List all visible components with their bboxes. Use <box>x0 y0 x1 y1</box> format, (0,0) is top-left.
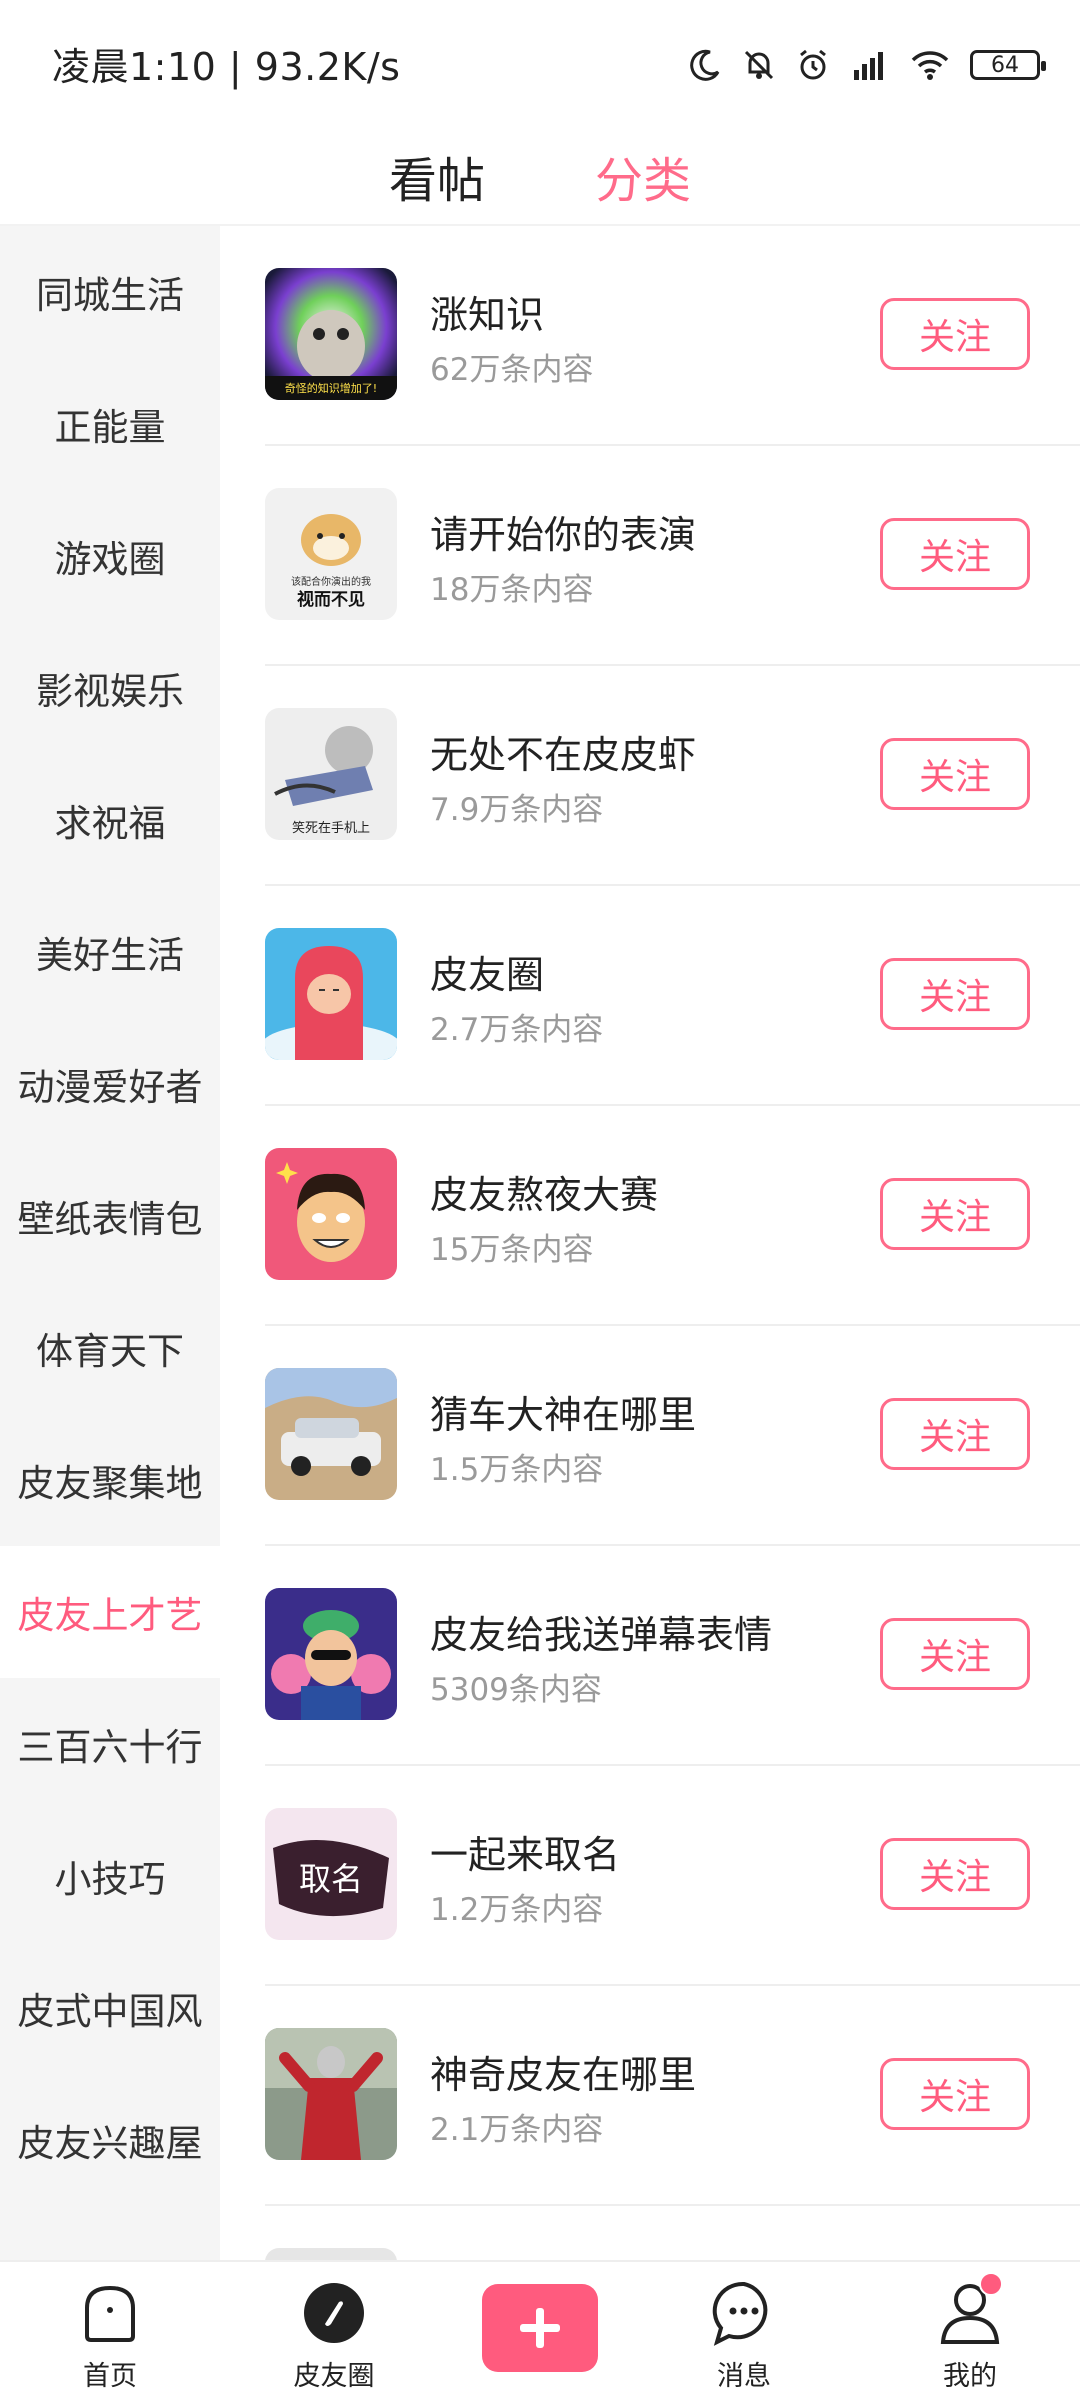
follow-button[interactable]: 关注 <box>880 1838 1030 1910</box>
tab-categories[interactable]: 分类 <box>595 141 691 211</box>
wifi-icon <box>910 48 950 82</box>
category-sidebar: 同城生活 正能量 游戏圈 影视娱乐 求祝福 美好生活 动漫爱好者 壁纸表情包 体… <box>0 226 220 2260</box>
status-icons: 64 <box>688 40 1046 90</box>
sidebar-item-local-life[interactable]: 同城生活 <box>0 226 220 358</box>
nav-home-label: 首页 <box>83 2361 137 2392</box>
moon-icon <box>688 48 722 82</box>
nav-mine[interactable]: 我的 <box>880 2262 1060 2400</box>
list-item[interactable] <box>220 2206 1080 2260</box>
follow-button[interactable]: 关注 <box>880 298 1030 370</box>
topic-thumbnail: 笑死在手机上 <box>265 708 397 840</box>
follow-button[interactable]: 关注 <box>880 738 1030 810</box>
follow-button[interactable]: 关注 <box>880 518 1030 590</box>
notification-dot <box>979 2272 1003 2296</box>
topic-title: 皮友给我送弹幕表情 <box>430 1613 773 1657</box>
sidebar-item-talents[interactable]: 皮友上才艺 <box>0 1546 220 1678</box>
topic-thumbnail: 该配合你演出的我 视而不见 <box>265 488 397 620</box>
follow-button[interactable]: 关注 <box>880 1178 1030 1250</box>
status-time-speed: 凌晨1:10 | 93.2K/s <box>52 45 401 89</box>
sidebar-item-sports[interactable]: 体育天下 <box>0 1282 220 1414</box>
follow-button[interactable]: 关注 <box>880 1398 1030 1470</box>
chat-icon <box>709 2278 779 2348</box>
topic-title: 请开始你的表演 <box>430 513 697 557</box>
top-tabs: 看帖 分类 <box>0 128 1080 224</box>
follow-button[interactable]: 关注 <box>880 1618 1030 1690</box>
mute-bell-icon <box>742 48 776 82</box>
nav-messages-label: 消息 <box>717 2361 771 2392</box>
nav-circle[interactable]: 皮友圈 <box>244 2262 424 2400</box>
topic-title: 皮友熬夜大赛 <box>430 1173 659 1217</box>
list-item[interactable]: 神奇皮友在哪里 2.1万条内容 关注 <box>220 1986 1080 2206</box>
topic-thumbnail <box>265 1368 397 1500</box>
follow-button[interactable]: 关注 <box>880 958 1030 1030</box>
topic-title: 猜车大神在哪里 <box>430 1393 697 1437</box>
thumb-caption: 该配合你演出的我 <box>291 575 371 588</box>
status-bar: 凌晨1:10 | 93.2K/s 64 <box>0 0 1080 128</box>
topic-title: 一起来取名 <box>430 1833 621 1877</box>
list-item[interactable]: 猜车大神在哪里 1.5万条内容 关注 <box>220 1326 1080 1546</box>
tab-posts[interactable]: 看帖 <box>389 141 485 211</box>
topic-title: 皮友圈 <box>430 953 545 997</box>
sidebar-item-interests[interactable]: 皮友兴趣屋 <box>0 2074 220 2206</box>
thumb-caption: 奇怪的知识增加了! <box>285 381 377 395</box>
nav-circle-label: 皮友圈 <box>293 2361 375 2392</box>
user-icon <box>935 2272 1005 2348</box>
nav-mine-label: 我的 <box>943 2361 997 2392</box>
topic-title: 涨知识 <box>430 293 545 337</box>
sidebar-item-anime[interactable]: 动漫爱好者 <box>0 1018 220 1150</box>
topic-thumbnail <box>265 1148 397 1280</box>
plus-icon <box>520 2308 560 2348</box>
topic-thumbnail <box>265 2028 397 2160</box>
thumb-caption: 笑死在手机上 <box>292 820 370 836</box>
alarm-icon <box>796 48 830 82</box>
list-item[interactable]: 皮友圈 2.7万条内容 关注 <box>220 886 1080 1106</box>
thumb-caption-2: 视而不见 <box>297 589 365 610</box>
list-item[interactable]: 皮友熬夜大赛 15万条内容 关注 <box>220 1106 1080 1326</box>
thumb-caption: 取名 <box>299 1860 363 1898</box>
post-button[interactable] <box>482 2284 598 2372</box>
topic-thumbnail: 取名 <box>265 1808 397 1940</box>
compass-icon <box>299 2278 369 2348</box>
topic-list: 奇怪的知识增加了! 涨知识 62万条内容 关注 该配合你演出的我 视而不见 请开… <box>220 226 1080 2260</box>
list-item[interactable]: 笑死在手机上 无处不在皮皮虾 7.9万条内容 关注 <box>220 666 1080 886</box>
sidebar-item-positive-energy[interactable]: 正能量 <box>0 358 220 490</box>
sidebar-item-tips[interactable]: 小技巧 <box>0 1810 220 1942</box>
list-item[interactable]: 取名 一起来取名 1.2万条内容 关注 <box>220 1766 1080 1986</box>
sidebar-item-blessings[interactable]: 求祝福 <box>0 754 220 886</box>
topic-count: 1.5万条内容 <box>430 1452 604 1488</box>
sidebar-item-games[interactable]: 游戏圈 <box>0 490 220 622</box>
topic-title: 神奇皮友在哪里 <box>430 2053 697 2097</box>
list-item[interactable]: 皮友给我送弹幕表情 5309条内容 关注 <box>220 1546 1080 1766</box>
topic-count: 2.1万条内容 <box>430 2112 604 2148</box>
topic-count: 2.7万条内容 <box>430 1012 604 1048</box>
topic-thumbnail: 奇怪的知识增加了! <box>265 268 397 400</box>
sidebar-item-chinese-style[interactable]: 皮式中国风 <box>0 1942 220 2074</box>
topic-count: 1.2万条内容 <box>430 1892 604 1928</box>
topic-count: 18万条内容 <box>430 572 594 608</box>
sidebar-item-good-life[interactable]: 美好生活 <box>0 886 220 1018</box>
list-item[interactable]: 奇怪的知识增加了! 涨知识 62万条内容 关注 <box>220 226 1080 446</box>
sidebar-item-gathering[interactable]: 皮友聚集地 <box>0 1414 220 1546</box>
sidebar-item-professions[interactable]: 三百六十行 <box>0 1678 220 1810</box>
follow-button[interactable]: 关注 <box>880 2058 1030 2130</box>
battery-indicator: 64 <box>970 50 1046 80</box>
topic-count: 15万条内容 <box>430 1232 594 1268</box>
sidebar-item-wallpapers[interactable]: 壁纸表情包 <box>0 1150 220 1282</box>
topic-count: 62万条内容 <box>430 352 594 388</box>
list-item[interactable]: 该配合你演出的我 视而不见 请开始你的表演 18万条内容 关注 <box>220 446 1080 666</box>
signal-icon <box>850 48 890 82</box>
home-icon <box>75 2278 145 2348</box>
topic-count: 7.9万条内容 <box>430 792 604 828</box>
sidebar-item-entertainment[interactable]: 影视娱乐 <box>0 622 220 754</box>
bottom-nav: 首页 皮友圈 消息 我的 <box>0 2260 1080 2400</box>
topic-thumbnail <box>265 2248 397 2260</box>
nav-home[interactable]: 首页 <box>20 2262 200 2400</box>
topic-count: 5309条内容 <box>430 1672 602 1708</box>
nav-messages[interactable]: 消息 <box>654 2262 834 2400</box>
topic-thumbnail <box>265 928 397 1060</box>
topic-thumbnail <box>265 1588 397 1720</box>
topic-title: 无处不在皮皮虾 <box>430 733 697 777</box>
